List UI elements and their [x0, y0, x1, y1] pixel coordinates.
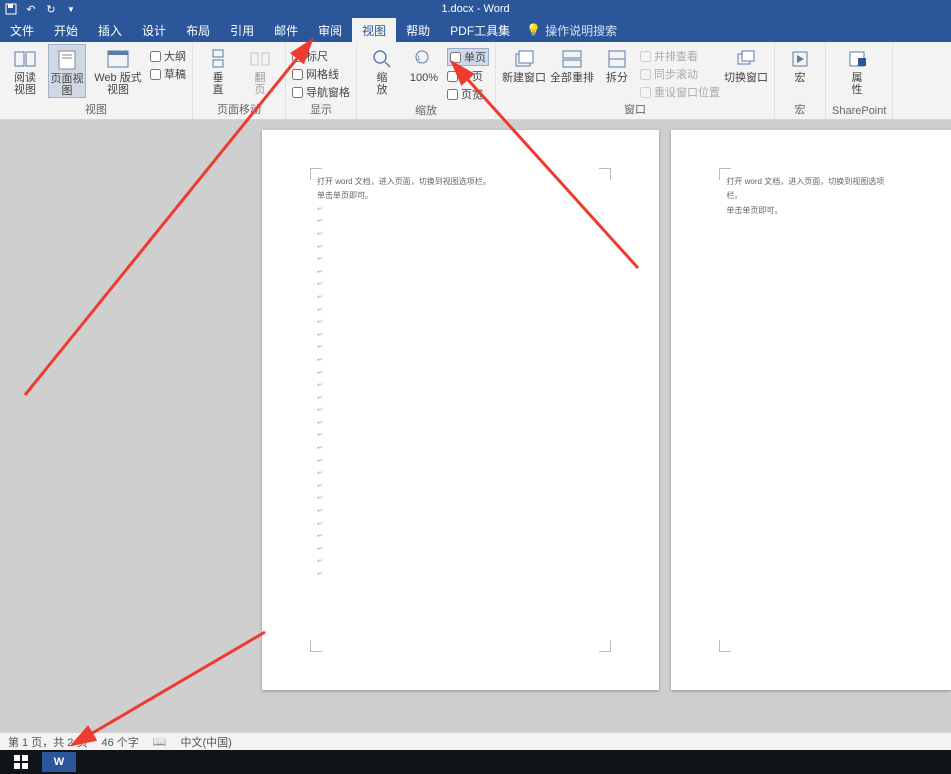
zoom-button[interactable]: 缩 放 [363, 44, 401, 96]
multiple-pages-button[interactable]: 多页 [447, 68, 489, 84]
paragraph-marks: ↵↵↵↵↵↵↵↵↵↵↵↵↵↵↵↵↵↵↵↵↵↵↵↵↵↵↵↵↵↵ [317, 204, 604, 582]
group-zoom-label: 缩放 [363, 102, 489, 120]
tab-home[interactable]: 开始 [44, 18, 88, 42]
macros-button[interactable]: 宏 [781, 44, 819, 84]
undo-icon[interactable]: ↶ [24, 2, 38, 16]
doc-line-1b[interactable]: 打开 word 文档，进入页面，切换到视图选项栏。 [726, 175, 896, 204]
ruler-checkbox[interactable]: 标尺 [292, 48, 350, 64]
navigation-pane-checkbox[interactable]: 导航窗格 [292, 84, 350, 100]
group-page-movement: 垂 直 翻 页 页面移动 [193, 42, 286, 119]
outline-button[interactable]: 大纲 [150, 48, 186, 64]
save-icon[interactable] [4, 2, 18, 16]
tab-insert[interactable]: 插入 [88, 18, 132, 42]
window-title: 1.docx - Word [441, 3, 509, 15]
group-window-label: 窗口 [502, 101, 768, 119]
svg-text:1: 1 [417, 56, 421, 62]
status-proofing-icon[interactable]: 📖 [153, 735, 167, 748]
tab-review[interactable]: 审阅 [308, 18, 352, 42]
new-window-button[interactable]: 新建窗口 [502, 44, 546, 84]
tab-file[interactable]: 文件 [0, 18, 44, 42]
print-layout-icon [54, 49, 80, 71]
lightbulb-icon: 💡 [526, 23, 541, 37]
print-layout-button[interactable]: 页面视图 [48, 44, 86, 98]
tab-references[interactable]: 引用 [220, 18, 264, 42]
vertical-button[interactable]: 垂 直 [199, 44, 237, 96]
tab-pdf-tools[interactable]: PDF工具集 [440, 18, 520, 42]
tab-view[interactable]: 视图 [352, 18, 396, 42]
group-window: 新建窗口 全部重排 拆分 并排查看 同步滚动 重设窗口位置 切换窗口 窗口 [496, 42, 775, 119]
sync-scroll-button: 同步滚动 [640, 66, 720, 82]
tell-me-search[interactable]: 💡 操作说明搜索 [526, 22, 617, 39]
doc-line-2[interactable]: 单击单页即可。 [317, 189, 604, 203]
web-layout-icon [105, 48, 131, 70]
reset-window-button: 重设窗口位置 [640, 84, 720, 100]
doc-line-1[interactable]: 打开 word 文档，进入页面，切换到视图选项栏。 [317, 175, 604, 189]
view-side-by-side-button: 并排查看 [640, 48, 720, 64]
page-1[interactable]: 打开 word 文档，进入页面，切换到视图选项栏。 单击单页即可。 ↵↵↵↵↵↵… [262, 130, 659, 690]
group-views-label: 视图 [6, 101, 186, 119]
doc-line-2b[interactable]: 单击单页即可。 [726, 204, 896, 218]
read-mode-button[interactable]: 阅读 视图 [6, 44, 44, 96]
flip-icon [247, 48, 273, 70]
side-to-side-button[interactable]: 翻 页 [241, 44, 279, 96]
redo-icon[interactable]: ↻ [44, 2, 58, 16]
tab-mailings[interactable]: 邮件 [264, 18, 308, 42]
draft-button[interactable]: 草稿 [150, 66, 186, 82]
start-button[interactable] [4, 752, 38, 772]
group-views: 阅读 视图 页面视图 Web 版式视图 大纲 草稿 视图 [0, 42, 193, 119]
arrange-all-icon [559, 48, 585, 70]
ribbon: 阅读 视图 页面视图 Web 版式视图 大纲 草稿 视图 垂 直 [0, 42, 951, 120]
taskbar-word-icon[interactable]: W [42, 752, 76, 772]
status-bar: 第 1 页，共 2 页 46 个字 📖 中文(中国) [0, 732, 951, 750]
qat-dropdown-icon[interactable]: ▼ [64, 2, 78, 16]
gridlines-checkbox[interactable]: 网格线 [292, 66, 350, 82]
read-mode-icon [12, 48, 38, 70]
tab-design[interactable]: 设计 [132, 18, 176, 42]
macros-icon [787, 48, 813, 70]
status-language[interactable]: 中文(中国) [180, 734, 231, 750]
vertical-icon [205, 48, 231, 70]
new-window-icon [511, 48, 537, 70]
status-page-info[interactable]: 第 1 页，共 2 页 [8, 734, 87, 750]
sharepoint-icon [844, 48, 870, 70]
group-zoom: 缩 放 1 100% 单页 多页 页宽 缩放 [357, 42, 496, 119]
group-show: 标尺 网格线 导航窗格 显示 [286, 42, 357, 119]
group-page-movement-label: 页面移动 [199, 101, 279, 119]
arrange-all-button[interactable]: 全部重排 [550, 44, 594, 84]
group-show-label: 显示 [292, 101, 350, 119]
page-2[interactable]: 打开 word 文档，进入页面，切换到视图选项栏。 单击单页即可。 [671, 130, 951, 690]
group-sharepoint: 属 性 SharePoint [826, 42, 893, 119]
properties-button[interactable]: 属 性 [832, 44, 882, 96]
switch-windows-icon [733, 48, 759, 70]
document-area[interactable]: 打开 word 文档，进入页面，切换到视图选项栏。 单击单页即可。 ↵↵↵↵↵↵… [0, 120, 951, 732]
split-icon [604, 48, 630, 70]
web-layout-button[interactable]: Web 版式视图 [90, 44, 146, 96]
zoom-icon [369, 48, 395, 70]
tab-layout[interactable]: 布局 [176, 18, 220, 42]
one-page-button[interactable]: 单页 [447, 48, 489, 66]
zoom-100-button[interactable]: 1 100% [405, 44, 443, 84]
switch-windows-button[interactable]: 切换窗口 [724, 44, 768, 84]
tab-help[interactable]: 帮助 [396, 18, 440, 42]
ribbon-tab-strip: 文件 开始 插入 设计 布局 引用 邮件 审阅 视图 帮助 PDF工具集 💡 操… [0, 18, 951, 42]
group-sharepoint-label: SharePoint [832, 105, 886, 119]
status-word-count[interactable]: 46 个字 [101, 734, 138, 750]
page-width-button[interactable]: 页宽 [447, 86, 489, 102]
zoom-100-icon: 1 [411, 48, 437, 70]
title-bar: ↶ ↻ ▼ 1.docx - Word [0, 0, 951, 18]
group-macros-label: 宏 [781, 101, 819, 119]
group-macros: 宏 宏 [775, 42, 826, 119]
split-button[interactable]: 拆分 [598, 44, 636, 84]
